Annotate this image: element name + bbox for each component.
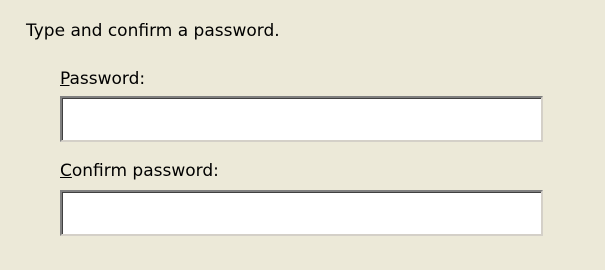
instruction-text: Type and confirm a password. (26, 21, 280, 41)
confirm-password-label: Confirm password: (60, 159, 219, 183)
confirm-password-label-text: onfirm password: (71, 161, 219, 181)
password-dialog-panel: Type and confirm a password. Password: C… (0, 0, 606, 271)
password-field[interactable] (60, 96, 543, 142)
password-label-mnemonic: P (60, 69, 70, 89)
password-label: Password: (60, 67, 145, 91)
password-label-text: assword: (69, 69, 146, 89)
confirm-password-field[interactable] (60, 190, 543, 236)
confirm-password-label-mnemonic: C (60, 161, 72, 181)
